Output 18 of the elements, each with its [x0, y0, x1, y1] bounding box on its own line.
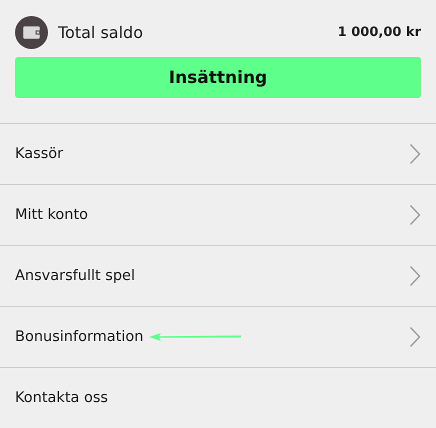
menu-item-label: Kontakta oss	[15, 390, 108, 406]
menu-item[interactable]: Ansvarsfullt spel	[0, 246, 436, 307]
menu-item[interactable]: Bonusinformation	[0, 307, 436, 368]
menu-item-label: Bonusinformation	[15, 329, 144, 345]
menu-item[interactable]: Kontakta oss	[0, 368, 436, 428]
balance-amount: 1 000,00 kr	[338, 24, 421, 40]
chevron-icon	[409, 265, 421, 287]
deposit-button[interactable]: Insättning	[15, 57, 421, 98]
chevron-icon	[409, 326, 421, 348]
chevron-icon	[409, 143, 421, 165]
wallet-icon	[15, 16, 48, 48]
menu-item[interactable]: Kassör	[0, 124, 436, 185]
menu-item[interactable]: Mitt konto	[0, 185, 436, 246]
balance-label: Total saldo	[58, 22, 144, 42]
menu-item-label: Ansvarsfullt spel	[15, 268, 136, 284]
menu-item-label: Mitt konto	[15, 207, 88, 223]
menu-item-label: Kassör	[15, 146, 64, 162]
chevron-icon	[409, 204, 421, 226]
